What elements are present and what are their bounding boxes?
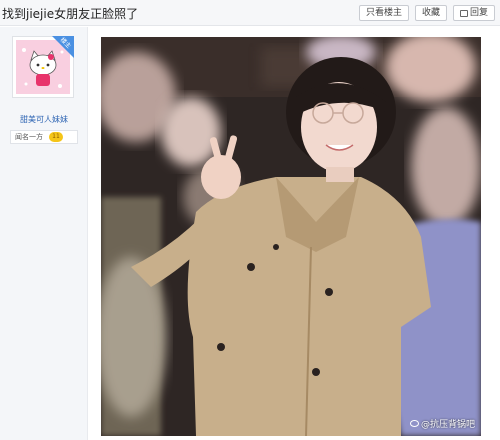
level-title: 闻名一方	[15, 133, 43, 141]
favorite-button[interactable]: 收藏	[414, 5, 447, 21]
photo-illustration	[101, 37, 481, 436]
reply-button[interactable]: 回复	[452, 5, 495, 21]
thread-title: 找到jiejie女朋友正脸照了	[2, 7, 139, 21]
only-op-label: 只看楼主	[365, 8, 402, 18]
thread-actions: 只看楼主 收藏 回复	[358, 5, 495, 21]
avatar-frame[interactable]: 楼主	[12, 36, 74, 98]
author-level: 闻名一方 11	[10, 130, 78, 144]
author-name[interactable]: 甜美可人妹妹	[0, 114, 88, 125]
watermark: @抗压背锅吧	[409, 417, 475, 430]
favorite-label: 收藏	[421, 8, 440, 18]
post-photo[interactable]: @抗压背锅吧	[101, 37, 481, 436]
reply-icon	[459, 9, 468, 17]
watermark-text: @抗压背锅吧	[420, 420, 475, 430]
only-op-button[interactable]: 只看楼主	[358, 5, 409, 21]
author-sidebar: 楼主 甜美可人妹妹 闻名一方 11	[0, 27, 88, 440]
thread-header: 找到jiejie女朋友正脸照了 只看楼主 收藏 回复	[0, 0, 500, 26]
weibo-icon	[409, 420, 419, 427]
level-badge-icon: 11	[49, 132, 63, 142]
reply-label: 回复	[469, 8, 488, 18]
